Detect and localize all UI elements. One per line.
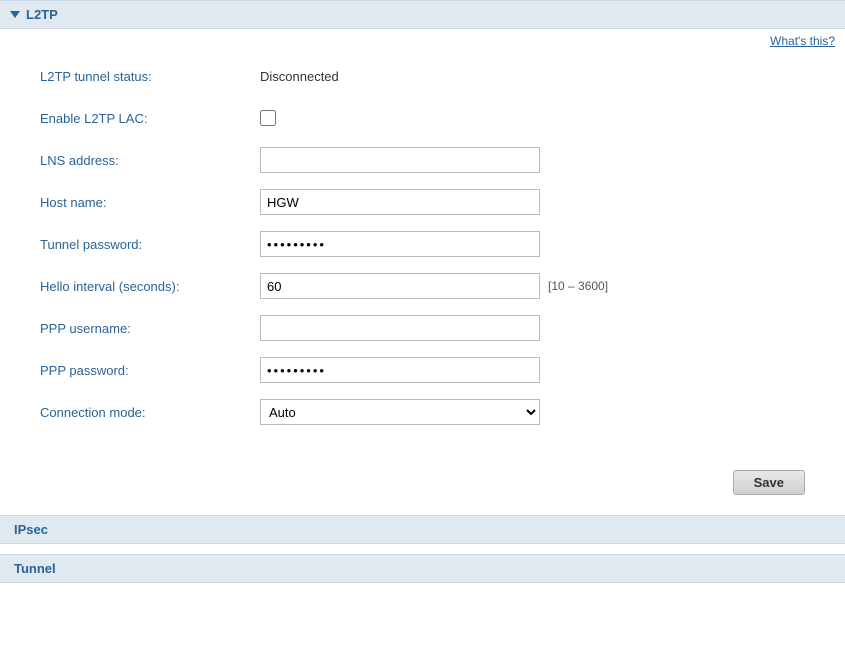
ppp-username-row: PPP username: — [40, 314, 805, 342]
tunnel-status-value-container: Disconnected — [260, 69, 805, 84]
ppp-username-label: PPP username: — [40, 321, 260, 336]
enable-lac-value-container — [260, 110, 805, 126]
lns-address-label: LNS address: — [40, 153, 260, 168]
ppp-password-value-container — [260, 357, 805, 383]
ppp-username-value-container — [260, 315, 805, 341]
hello-interval-range: [10 – 3600] — [548, 279, 608, 293]
connection-mode-value-container: Auto Manual Always On — [260, 399, 805, 425]
host-name-input[interactable] — [260, 189, 540, 215]
tunnel-password-input[interactable] — [260, 231, 540, 257]
hello-interval-label: Hello interval (seconds): — [40, 279, 260, 294]
whats-this-row: What's this? — [0, 29, 845, 52]
ppp-password-input[interactable] — [260, 357, 540, 383]
connection-mode-select[interactable]: Auto Manual Always On — [260, 399, 540, 425]
hello-interval-value-container: [10 – 3600] — [260, 273, 805, 299]
tunnel-status-value: Disconnected — [260, 69, 339, 84]
host-name-label: Host name: — [40, 195, 260, 210]
ipsec-section-header[interactable]: IPsec — [0, 515, 845, 544]
tunnel-section-header[interactable]: Tunnel — [0, 554, 845, 583]
tunnel-password-value-container — [260, 231, 805, 257]
hello-interval-input[interactable] — [260, 273, 540, 299]
tunnel-status-label: L2TP tunnel status: — [40, 69, 260, 84]
hello-interval-row: Hello interval (seconds): [10 – 3600] — [40, 272, 805, 300]
tunnel-password-label: Tunnel password: — [40, 237, 260, 252]
connection-mode-label: Connection mode: — [40, 405, 260, 420]
tunnel-status-row: L2TP tunnel status: Disconnected — [40, 62, 805, 90]
lns-address-input[interactable] — [260, 147, 540, 173]
ipsec-section-title[interactable]: IPsec — [14, 522, 48, 537]
whats-this-link[interactable]: What's this? — [770, 34, 835, 48]
enable-lac-checkbox[interactable] — [260, 110, 276, 126]
l2tp-section-title[interactable]: L2TP — [26, 7, 58, 22]
save-button[interactable]: Save — [733, 470, 805, 495]
lns-address-row: LNS address: — [40, 146, 805, 174]
tunnel-section-title[interactable]: Tunnel — [14, 561, 56, 576]
ppp-password-row: PPP password: — [40, 356, 805, 384]
page-wrapper: L2TP What's this? L2TP tunnel status: Di… — [0, 0, 845, 646]
host-name-row: Host name: — [40, 188, 805, 216]
tunnel-password-row: Tunnel password: — [40, 230, 805, 258]
l2tp-collapse-icon — [10, 11, 20, 18]
host-name-value-container — [260, 189, 805, 215]
ppp-username-input[interactable] — [260, 315, 540, 341]
lns-address-value-container — [260, 147, 805, 173]
enable-lac-row: Enable L2TP LAC: — [40, 104, 805, 132]
ppp-password-label: PPP password: — [40, 363, 260, 378]
save-row: Save — [0, 460, 845, 505]
enable-lac-label: Enable L2TP LAC: — [40, 111, 260, 126]
l2tp-section-header[interactable]: L2TP — [0, 0, 845, 29]
connection-mode-row: Connection mode: Auto Manual Always On — [40, 398, 805, 426]
l2tp-form-area: L2TP tunnel status: Disconnected Enable … — [0, 52, 845, 460]
